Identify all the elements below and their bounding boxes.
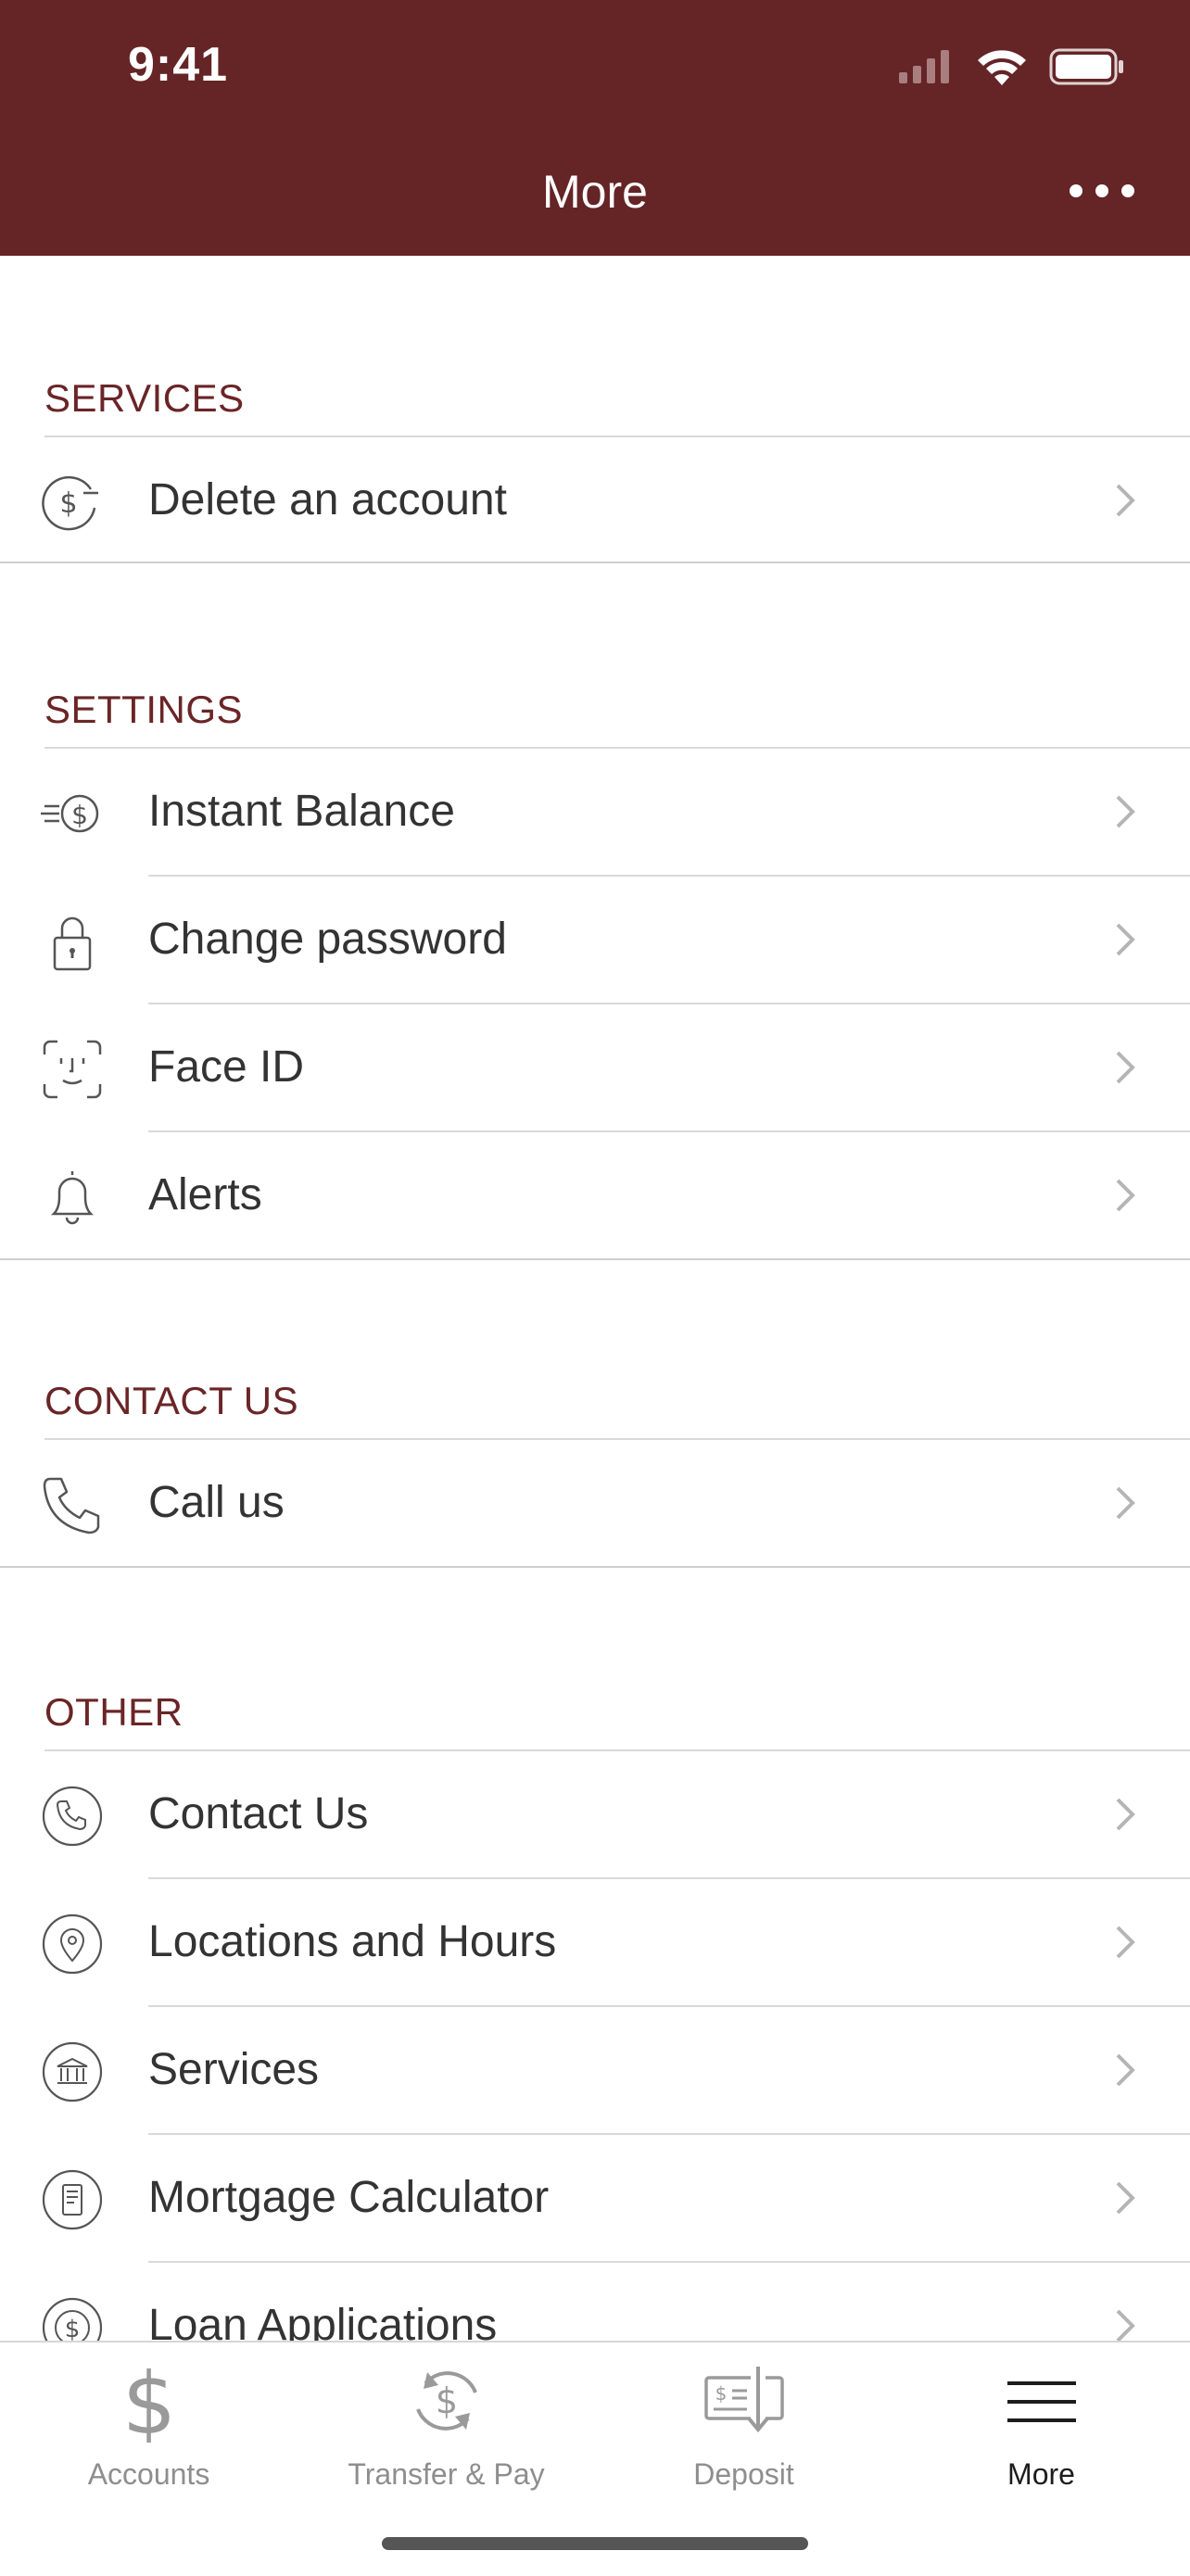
cellular-signal-icon xyxy=(899,50,949,83)
dollar-circle-icon: $ xyxy=(42,2297,103,2341)
ellipsis-dot-icon xyxy=(1121,184,1134,197)
menu-item-mortgage-calculator[interactable]: Mortgage Calculator xyxy=(0,2135,1190,2262)
menu-item-label: Change password xyxy=(148,915,507,964)
svg-text:$: $ xyxy=(71,800,88,830)
tab-transfer-pay[interactable]: $ Transfer & Pay xyxy=(298,2359,595,2498)
menu-item-label: Services xyxy=(148,2045,320,2094)
chevron-right-icon xyxy=(1116,1486,1135,1520)
tab-more[interactable]: More xyxy=(892,2359,1190,2498)
app-header: 9:41 More xyxy=(0,0,1190,256)
menu-item-instant-balance[interactable]: $ Instant Balance xyxy=(0,749,1190,876)
chevron-right-icon xyxy=(1116,795,1135,828)
chevron-right-icon xyxy=(1116,923,1135,956)
svg-text:$: $ xyxy=(121,2359,176,2443)
transfer-icon: $ xyxy=(415,2371,477,2431)
chevron-right-icon xyxy=(1116,2181,1135,2215)
menu-item-label: Delete an account xyxy=(148,475,507,524)
bell-icon xyxy=(50,1171,95,1225)
chevron-right-icon xyxy=(1116,1179,1135,1212)
deposit-check-icon: $ xyxy=(703,2367,784,2433)
chevron-right-icon xyxy=(1116,1926,1135,1959)
menu-item-label: Alerts xyxy=(148,1170,262,1219)
instant-balance-icon: $ xyxy=(41,794,99,833)
face-id-icon xyxy=(43,1040,102,1099)
menu-item-face-id[interactable]: Face ID xyxy=(0,1004,1190,1131)
battery-icon xyxy=(1049,48,1123,85)
section-title-settings: SETTINGS xyxy=(44,688,244,731)
menu-item-locations-hours[interactable]: Locations and Hours xyxy=(0,1879,1190,2006)
tab-label: Accounts xyxy=(87,2457,210,2491)
bank-icon xyxy=(42,2041,103,2102)
chevron-right-icon xyxy=(1116,2053,1135,2087)
menu-item-services[interactable]: Services xyxy=(0,2007,1190,2134)
tab-label: More xyxy=(1007,2457,1075,2491)
chevron-right-icon xyxy=(1116,2309,1135,2341)
svg-text:$: $ xyxy=(59,487,77,520)
menu-item-change-password[interactable]: Change password xyxy=(0,877,1190,1004)
chevron-right-icon xyxy=(1116,484,1135,517)
phone-circle-icon xyxy=(42,1786,103,1847)
more-menu-list: SERVICES $ Delete an account SETTINGS $ … xyxy=(0,256,1190,2341)
ellipsis-dot-icon xyxy=(1070,184,1082,197)
more-options-button[interactable] xyxy=(1070,163,1134,219)
menu-icon xyxy=(1006,2381,1076,2422)
menu-item-call-us[interactable]: Call us xyxy=(0,1440,1190,1567)
menu-item-delete-account[interactable]: $ Delete an account xyxy=(0,437,1190,564)
svg-text:$: $ xyxy=(435,2380,457,2421)
dollar-icon: $ xyxy=(121,2359,176,2443)
menu-item-label: Loan Applications xyxy=(148,2301,498,2341)
home-indicator xyxy=(382,2537,808,2550)
section-title-services: SERVICES xyxy=(44,376,245,420)
menu-item-contact-us[interactable]: Contact Us xyxy=(0,1751,1190,1878)
menu-item-label: Contact Us xyxy=(148,1789,369,1838)
phone-icon xyxy=(43,1477,100,1534)
svg-text:$: $ xyxy=(715,2382,727,2405)
dollar-minus-icon: $ xyxy=(42,475,98,531)
menu-item-loan-applications[interactable]: $ Loan Applications xyxy=(0,2263,1190,2341)
status-time: 9:41 xyxy=(128,38,229,92)
lock-icon xyxy=(53,916,92,971)
menu-item-label: Instant Balance xyxy=(148,787,455,836)
tab-deposit[interactable]: $ Deposit xyxy=(595,2359,892,2498)
menu-item-alerts[interactable]: Alerts xyxy=(0,1132,1190,1259)
section-title-other: OTHER xyxy=(44,1690,184,1734)
tab-accounts[interactable]: $ Accounts xyxy=(0,2359,298,2498)
menu-item-label: Face ID xyxy=(148,1042,305,1092)
calculator-icon xyxy=(42,2169,103,2230)
chevron-right-icon xyxy=(1116,1798,1135,1831)
menu-item-label: Locations and Hours xyxy=(148,1917,557,1966)
page-title: More xyxy=(542,166,648,218)
menu-item-label: Call us xyxy=(148,1478,285,1527)
menu-item-label: Mortgage Calculator xyxy=(148,2173,550,2222)
divider xyxy=(0,1258,1190,1260)
status-icons xyxy=(899,46,1125,87)
tab-label: Transfer & Pay xyxy=(348,2457,545,2491)
ellipsis-dot-icon xyxy=(1095,184,1108,197)
tab-label: Deposit xyxy=(693,2457,794,2491)
divider xyxy=(0,1566,1190,1568)
chevron-right-icon xyxy=(1116,1051,1135,1084)
svg-text:$: $ xyxy=(65,2316,81,2341)
section-title-contact-us: CONTACT US xyxy=(44,1379,299,1422)
location-pin-icon xyxy=(42,1913,103,1975)
divider xyxy=(0,562,1190,563)
wifi-icon xyxy=(978,50,1026,85)
